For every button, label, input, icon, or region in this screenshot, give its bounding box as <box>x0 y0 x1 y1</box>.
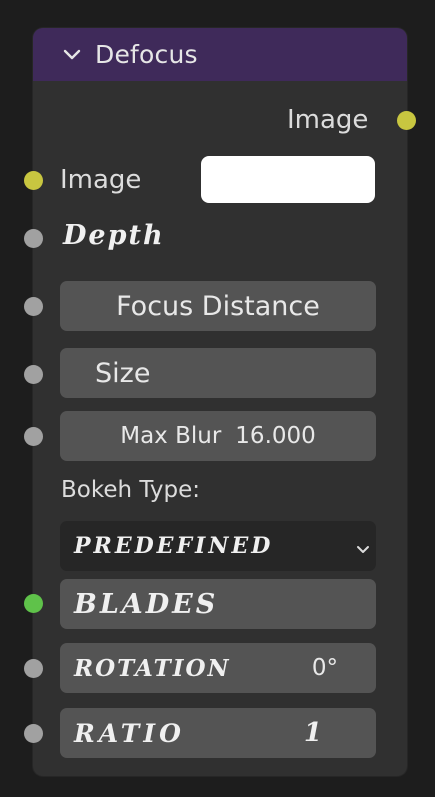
chevron-down-icon[interactable] <box>59 42 85 68</box>
defocus-node[interactable]: Defocus Image Image Depth Focus Distance… <box>24 28 416 776</box>
node-title: Defocus <box>95 40 198 69</box>
input-image-label: Image <box>60 165 142 195</box>
bokeh-type-value: PREDEFINED <box>74 533 274 559</box>
focus-distance-label: Focus Distance <box>116 290 320 322</box>
blades-socket[interactable] <box>24 594 43 613</box>
ratio-socket[interactable] <box>24 724 43 743</box>
output-image-label: Image <box>287 105 369 135</box>
node-header[interactable]: Defocus <box>33 28 407 81</box>
ratio-value: 1 <box>303 718 324 748</box>
bokeh-type-dropdown[interactable]: PREDEFINED <box>60 521 376 571</box>
bokeh-type-label: Bokeh Type: <box>61 477 200 503</box>
size-label: Size <box>95 357 151 389</box>
node-editor-canvas[interactable]: Defocus Image Image Depth Focus Distance… <box>0 0 435 797</box>
rotation-value: 0° <box>311 655 338 681</box>
chevron-down-icon <box>356 540 370 559</box>
max-blur-value: 16.000 <box>235 423 316 449</box>
rotation-field[interactable]: ROTATION 0° <box>60 643 376 693</box>
size-field[interactable]: Size <box>60 348 376 398</box>
input-image-socket[interactable] <box>24 171 43 190</box>
rotation-socket[interactable] <box>24 659 43 678</box>
depth-socket[interactable] <box>24 229 43 248</box>
depth-label: Depth <box>63 220 165 251</box>
size-socket[interactable] <box>24 365 43 384</box>
input-image-color-field[interactable] <box>201 156 375 203</box>
blades-label: BLADES <box>74 588 219 620</box>
max-blur-label: Max Blur <box>120 423 222 449</box>
max-blur-socket[interactable] <box>24 427 43 446</box>
focus-distance-field[interactable]: Focus Distance <box>60 281 376 331</box>
output-image-socket[interactable] <box>397 111 416 130</box>
max-blur-field[interactable]: Max Blur 16.000 <box>60 411 376 461</box>
rotation-label: ROTATION <box>74 654 231 682</box>
blades-field[interactable]: BLADES <box>60 579 376 629</box>
ratio-field[interactable]: RATIO 1 <box>60 708 376 758</box>
focus-distance-socket[interactable] <box>24 297 43 316</box>
ratio-label: RATIO <box>74 718 185 748</box>
